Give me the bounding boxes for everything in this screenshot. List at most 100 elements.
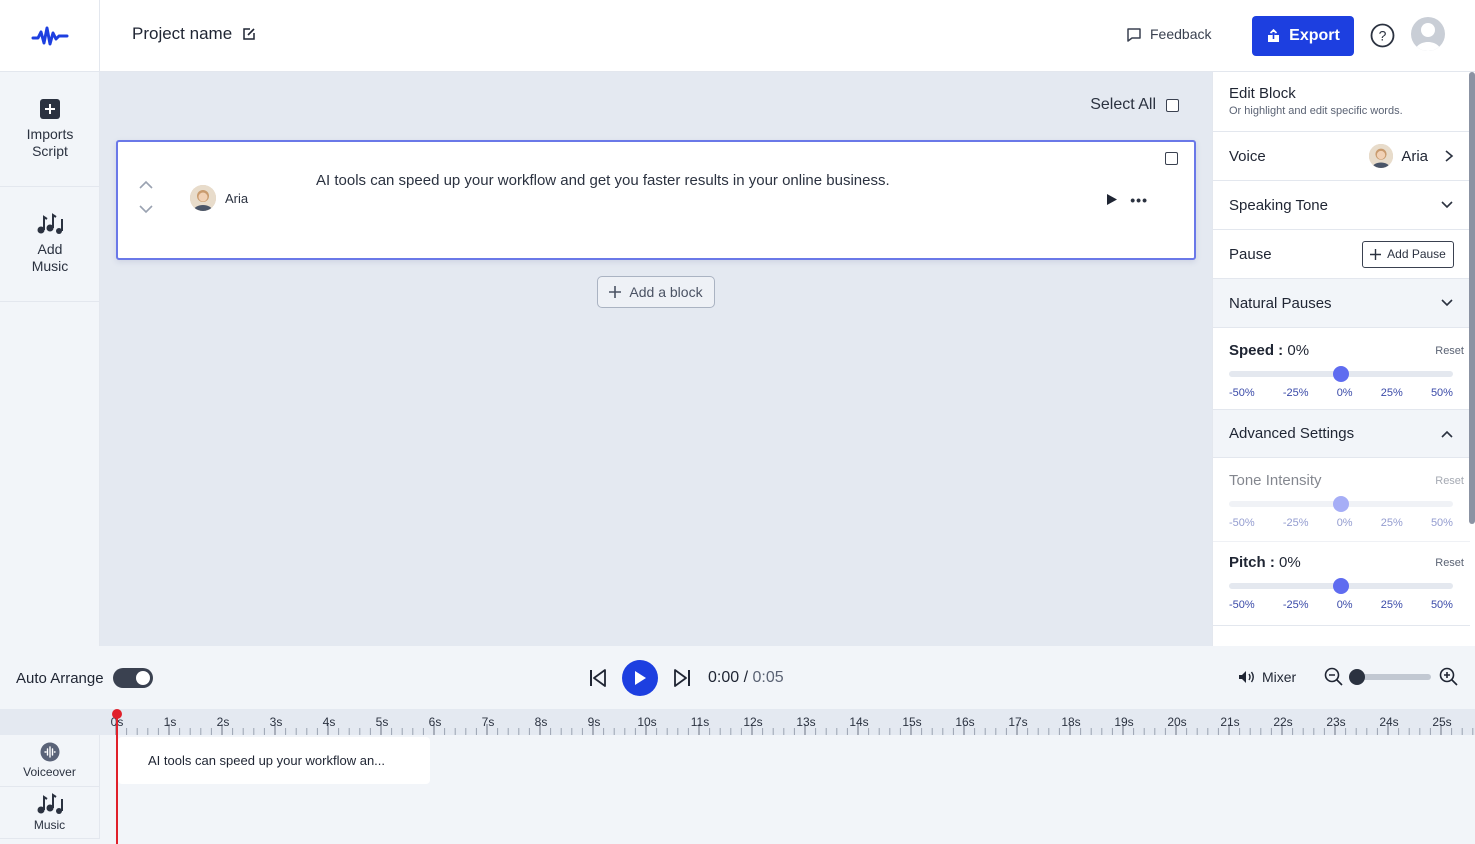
chevron-down-icon — [1441, 201, 1453, 209]
pitch-slider-thumb[interactable] — [1333, 578, 1349, 594]
tone-intensity-slider[interactable] — [1229, 496, 1453, 512]
user-avatar[interactable] — [1411, 17, 1445, 51]
script-block[interactable]: Aria AI tools can speed up your workflow… — [116, 140, 1196, 260]
playhead-handle[interactable] — [112, 709, 122, 719]
ruler-label: 8s — [535, 715, 548, 729]
speed-slider-thumb[interactable] — [1333, 366, 1349, 382]
pitch-slider[interactable] — [1229, 578, 1453, 594]
export-button[interactable]: Export — [1252, 16, 1354, 56]
play-button[interactable] — [622, 660, 658, 696]
project-name[interactable]: Project name — [132, 24, 256, 44]
more-options-icon[interactable]: ••• — [1130, 192, 1148, 208]
waveform-icon — [40, 742, 59, 762]
skip-forward-icon[interactable] — [672, 669, 692, 687]
zoom-slider[interactable] — [1349, 668, 1431, 685]
music-notes-icon — [37, 793, 63, 814]
track-label-text: Voiceover — [23, 765, 76, 779]
track-label-text: Music — [33, 818, 66, 832]
auto-arrange-toggle[interactable] — [112, 668, 153, 688]
tick-label: -25% — [1282, 517, 1309, 529]
zoom-out-icon[interactable] — [1324, 667, 1343, 686]
panel-scrollbar[interactable] — [1469, 72, 1475, 524]
ruler-label: 15s — [902, 715, 921, 729]
ruler-label: 20s — [1167, 715, 1186, 729]
ruler-ticks: 0s1s2s3s4s5s6s7s8s9s10s11s12s13s14s15s16… — [111, 715, 1474, 735]
block-checkbox[interactable] — [1165, 152, 1178, 165]
top-header: Project name Feedback Export ? — [0, 0, 1475, 72]
mixer-button[interactable]: Mixer — [1238, 669, 1296, 685]
left-sidebar: Imports Script Add Music — [0, 72, 100, 646]
select-all-checkbox[interactable] — [1166, 98, 1179, 112]
tone-intensity-control: Tone Intensity Reset -50% -25% 0% 25% 50… — [1213, 458, 1470, 542]
skip-back-icon[interactable] — [588, 669, 608, 687]
play-icon[interactable] — [1106, 193, 1118, 206]
track-label-voiceover[interactable]: Voiceover — [0, 735, 100, 787]
zoom-in-icon[interactable] — [1439, 667, 1458, 686]
tick-label: 25% — [1380, 387, 1403, 399]
edit-icon[interactable] — [242, 27, 256, 41]
plus-icon — [1370, 248, 1382, 260]
play-icon — [635, 671, 646, 685]
speaker-name: Aria — [225, 190, 249, 206]
speaker-avatar — [190, 185, 216, 211]
voiceover-clip[interactable]: AI tools can speed up your workflow an..… — [118, 737, 430, 784]
speed-ticks: -50% -25% 0% 25% 50% — [1229, 387, 1453, 399]
pitch-label: Pitch : — [1229, 554, 1275, 571]
timeline-ruler[interactable]: 0s1s2s3s4s5s6s7s8s9s10s11s12s13s14s15s16… — [0, 709, 1475, 735]
tick-label: -50% — [1229, 517, 1255, 529]
select-all[interactable]: Select All — [1090, 96, 1179, 114]
natural-pauses-label: Natural Pauses — [1229, 294, 1332, 312]
ruler-label: 2s — [217, 715, 230, 729]
speed-slider[interactable] — [1229, 366, 1453, 382]
time-separator: / — [739, 669, 753, 686]
speed-label: Speed : — [1229, 342, 1284, 359]
music-notes-icon — [37, 213, 63, 234]
zoom-slider-thumb[interactable] — [1349, 668, 1365, 685]
logo[interactable] — [0, 0, 100, 72]
ruler-label: 18s — [1061, 715, 1080, 729]
add-pause-button[interactable]: Add Pause — [1362, 240, 1454, 268]
edit-block-panel: Edit Block Or highlight and edit specifi… — [1212, 72, 1475, 646]
tick-label: 50% — [1430, 387, 1453, 399]
feedback-button[interactable]: Feedback — [1126, 26, 1211, 42]
speed-reset-button[interactable]: Reset — [1435, 345, 1464, 357]
speaking-tone-row[interactable]: Speaking Tone — [1213, 181, 1470, 230]
ruler-label: 3s — [270, 715, 283, 729]
feedback-label: Feedback — [1150, 26, 1212, 42]
voice-avatar — [1369, 144, 1394, 168]
ruler-label: 21s — [1220, 715, 1239, 729]
transport-bar: Auto Arrange 0:00 / 0:05 Mixer — [0, 646, 1475, 709]
add-block-button[interactable]: Add a block — [597, 276, 715, 308]
speaker-icon — [1239, 671, 1254, 683]
chevron-up-icon[interactable] — [138, 180, 154, 190]
playhead[interactable] — [116, 710, 118, 844]
voice-label: Voice — [1229, 147, 1266, 165]
track-label-music[interactable]: Music — [0, 787, 100, 839]
sidebar-item-label: Imports Script — [26, 126, 74, 159]
help-icon[interactable]: ? — [1370, 23, 1395, 48]
current-time: 0:00 — [708, 669, 740, 686]
sidebar-item-label: Add Music — [31, 241, 69, 274]
advanced-settings-row[interactable]: Advanced Settings — [1213, 410, 1470, 458]
voice-selector[interactable]: Aria — [1369, 144, 1454, 168]
tick-label: 50% — [1430, 517, 1453, 529]
voice-row[interactable]: Voice Aria — [1213, 132, 1470, 181]
script-editor: Select All Aria AI tools can speed up yo… — [100, 72, 1212, 646]
sidebar-item-add-music[interactable]: Add Music — [0, 187, 100, 302]
export-icon — [1268, 28, 1280, 42]
tone-intensity-reset-button[interactable]: Reset — [1435, 475, 1464, 487]
app-root: Project name Feedback Export ? Imports S… — [0, 0, 1475, 844]
block-text[interactable]: AI tools can speed up your workflow and … — [316, 172, 890, 189]
add-pause-label: Add Pause — [1387, 247, 1446, 261]
tone-intensity-slider-thumb[interactable] — [1333, 496, 1349, 512]
advanced-settings-label: Advanced Settings — [1229, 425, 1355, 442]
auto-arrange: Auto Arrange — [16, 668, 153, 688]
chevron-right-icon — [1445, 150, 1454, 162]
pitch-reset-button[interactable]: Reset — [1435, 557, 1464, 569]
ruler-label: 17s — [1008, 715, 1027, 729]
natural-pauses-row[interactable]: Natural Pauses — [1213, 279, 1470, 328]
pitch-value: 0% — [1279, 554, 1301, 571]
block-speaker[interactable]: Aria — [190, 185, 248, 211]
chevron-down-icon[interactable] — [138, 204, 154, 214]
sidebar-item-imports-script[interactable]: Imports Script — [0, 72, 100, 187]
